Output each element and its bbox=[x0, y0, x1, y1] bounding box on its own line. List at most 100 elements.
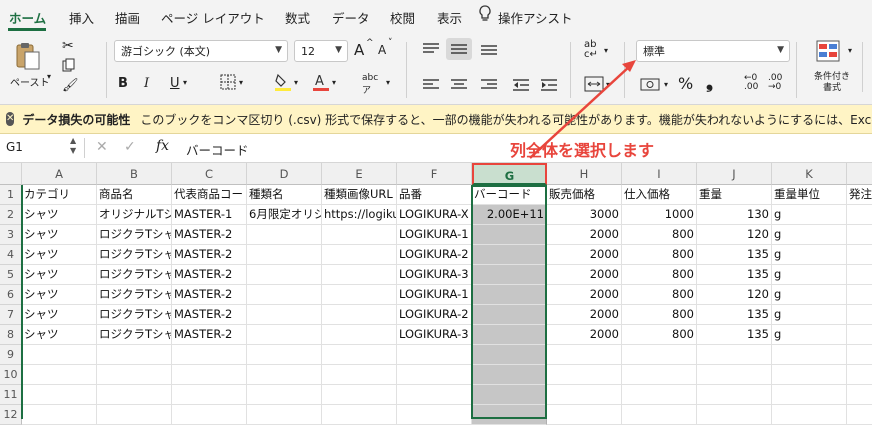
cell[interactable]: オリジナルTシャツ bbox=[97, 205, 172, 225]
cell[interactable]: LOGIKURA-X bbox=[397, 205, 472, 225]
fill-color-icon[interactable] bbox=[274, 72, 292, 95]
comma-style-button[interactable]: ❟ bbox=[706, 72, 713, 93]
cell[interactable]: 代表商品コード bbox=[172, 185, 247, 205]
cell[interactable]: 135 bbox=[697, 245, 772, 265]
column-header-a[interactable]: A bbox=[22, 163, 97, 185]
cell[interactable]: 800 bbox=[622, 245, 697, 265]
cell[interactable]: ロジクラTシャツ bbox=[97, 265, 172, 285]
paste-dropdown-caret[interactable]: ▾ bbox=[47, 72, 51, 81]
cell[interactable]: 135 bbox=[697, 305, 772, 325]
cell[interactable]: シャツ bbox=[22, 225, 97, 245]
column-header-overflow[interactable] bbox=[847, 163, 872, 185]
cell[interactable]: 2000 bbox=[547, 265, 622, 285]
cell[interactable] bbox=[322, 305, 397, 325]
cell[interactable]: 2000 bbox=[547, 225, 622, 245]
cell[interactable]: シャツ bbox=[22, 205, 97, 225]
tab-page-layout[interactable]: ページ レイアウト bbox=[161, 8, 265, 27]
cell[interactable] bbox=[322, 345, 397, 365]
cell[interactable] bbox=[172, 405, 247, 425]
cell[interactable]: MASTER-2 bbox=[172, 325, 247, 345]
cell[interactable]: LOGIKURA-3 bbox=[397, 265, 472, 285]
cell[interactable]: カテゴリ bbox=[22, 185, 97, 205]
tab-review[interactable]: 校閲 bbox=[390, 8, 415, 27]
cell[interactable]: 2.00E+11 bbox=[472, 205, 547, 225]
cell[interactable] bbox=[472, 245, 547, 265]
name-box-stepper-icon[interactable]: ▲ ▼ bbox=[70, 136, 76, 156]
cell[interactable]: ロジクラTシャツ bbox=[97, 285, 172, 305]
cell[interactable] bbox=[547, 385, 622, 405]
cell[interactable]: g bbox=[772, 205, 847, 225]
column-header-e[interactable]: E bbox=[322, 163, 397, 185]
column-header-d[interactable]: D bbox=[247, 163, 322, 185]
tab-insert[interactable]: 挿入 bbox=[69, 8, 94, 27]
borders-icon[interactable] bbox=[220, 74, 236, 93]
cell[interactable]: MASTER-1 bbox=[172, 205, 247, 225]
cell[interactable]: 130 bbox=[697, 205, 772, 225]
grow-font-button[interactable]: A bbox=[354, 41, 364, 59]
font-size-dropdown[interactable]: 12 ▼ bbox=[294, 40, 348, 62]
align-top-icon[interactable] bbox=[422, 42, 440, 59]
cell[interactable] bbox=[97, 345, 172, 365]
row-header[interactable]: 5 bbox=[0, 265, 22, 285]
increase-decimal-icon[interactable]: ←0.00 bbox=[744, 74, 758, 92]
chevron-down-icon[interactable]: ▾ bbox=[294, 78, 298, 87]
align-middle-button[interactable] bbox=[446, 38, 472, 60]
font-name-dropdown[interactable]: 游ゴシック (本文) ▼ bbox=[114, 40, 288, 62]
cell[interactable]: ロジクラTシャツ bbox=[97, 305, 172, 325]
cell[interactable] bbox=[697, 405, 772, 425]
cell[interactable] bbox=[322, 325, 397, 345]
cell[interactable]: 重量単位 bbox=[772, 185, 847, 205]
cell[interactable] bbox=[172, 365, 247, 385]
number-format-dropdown[interactable]: 標準 ▼ bbox=[636, 40, 790, 62]
format-painter-icon[interactable]: 🖌 bbox=[62, 78, 79, 93]
cell[interactable]: MASTER-2 bbox=[172, 245, 247, 265]
cell[interactable]: 2000 bbox=[547, 285, 622, 305]
align-center-icon[interactable] bbox=[450, 78, 468, 95]
cell[interactable] bbox=[22, 385, 97, 405]
cell[interactable] bbox=[847, 205, 872, 225]
cell[interactable]: 3000 bbox=[547, 205, 622, 225]
cell[interactable] bbox=[247, 265, 322, 285]
cell[interactable] bbox=[772, 345, 847, 365]
formula-input[interactable]: バーコード bbox=[186, 140, 249, 159]
cell[interactable] bbox=[247, 305, 322, 325]
cell[interactable]: 800 bbox=[622, 225, 697, 245]
conditional-format-label[interactable]: 条件付き 書式 bbox=[814, 72, 850, 94]
cell[interactable]: g bbox=[772, 265, 847, 285]
chevron-down-icon[interactable]: ▾ bbox=[606, 80, 610, 89]
cell[interactable] bbox=[547, 345, 622, 365]
cell[interactable] bbox=[397, 405, 472, 425]
cell[interactable] bbox=[472, 325, 547, 345]
cell[interactable] bbox=[847, 365, 872, 385]
chevron-down-icon[interactable]: ▾ bbox=[183, 78, 187, 87]
bold-button[interactable]: B bbox=[118, 76, 128, 91]
cell[interactable]: 2000 bbox=[547, 325, 622, 345]
cell[interactable]: https://logiku bbox=[322, 205, 397, 225]
cell[interactable] bbox=[397, 345, 472, 365]
cell[interactable] bbox=[697, 345, 772, 365]
decrease-decimal-icon[interactable]: .00 →0 bbox=[768, 74, 782, 92]
column-header-h[interactable]: H bbox=[547, 163, 622, 185]
cell[interactable]: 120 bbox=[697, 285, 772, 305]
row-header[interactable]: 2 bbox=[0, 205, 22, 225]
cell[interactable]: LOGIKURA-2 bbox=[397, 305, 472, 325]
cell[interactable] bbox=[847, 345, 872, 365]
cell[interactable] bbox=[697, 385, 772, 405]
cell[interactable]: MASTER-2 bbox=[172, 285, 247, 305]
cell[interactable]: 商品名 bbox=[97, 185, 172, 205]
cell[interactable]: 135 bbox=[697, 265, 772, 285]
cell[interactable] bbox=[847, 385, 872, 405]
cell[interactable]: 仕入価格 bbox=[622, 185, 697, 205]
column-header-j[interactable]: J bbox=[697, 163, 772, 185]
tab-tell-me[interactable]: 操作アシスト bbox=[498, 8, 573, 27]
italic-button[interactable]: I bbox=[144, 76, 149, 91]
cell[interactable] bbox=[172, 345, 247, 365]
cell[interactable] bbox=[322, 365, 397, 385]
cell[interactable] bbox=[622, 365, 697, 385]
cell[interactable] bbox=[622, 405, 697, 425]
align-bottom-icon[interactable] bbox=[480, 42, 498, 59]
merge-center-icon[interactable] bbox=[584, 76, 604, 95]
cell[interactable]: 品番 bbox=[397, 185, 472, 205]
cell[interactable] bbox=[772, 365, 847, 385]
cell[interactable]: MASTER-2 bbox=[172, 265, 247, 285]
